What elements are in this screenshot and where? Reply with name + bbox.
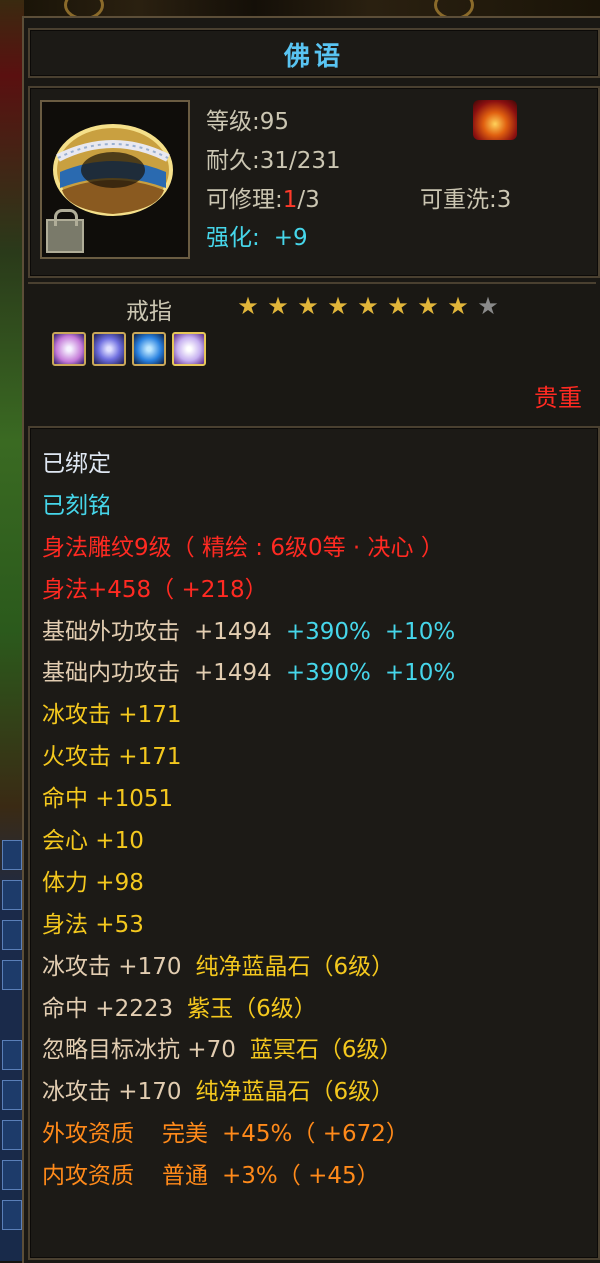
carving-line: 身法雕纹9级（ 精绘 : 6级0等 · 决心 ）: [42, 534, 444, 561]
gem-icon[interactable]: [132, 332, 166, 366]
int-quality-label: 内攻资质: [42, 1163, 134, 1190]
gem4-stat: 冰攻击 +170: [42, 1079, 182, 1106]
background-slot: [2, 1040, 22, 1070]
ext-quality-value: +45%（ +672）: [222, 1121, 409, 1148]
ext-quality-label: 外攻资质: [42, 1121, 134, 1148]
background-slot: [2, 1080, 22, 1110]
ext-attack-label: 基础外功攻击: [42, 618, 180, 645]
repair-suffix: /3: [297, 187, 320, 213]
gem4-line: 冰攻击 +170 纯净蓝晶石（6级）: [42, 1072, 455, 1114]
background-slot: [2, 1160, 22, 1190]
star-filled-icon: ★: [447, 292, 469, 320]
star-empty-icon: ★: [477, 292, 499, 320]
background-game-ui: [0, 0, 24, 1261]
item-type-panel: 戒指 ★ ★ ★ ★ ★ ★ ★ ★ ★ 贵重: [28, 282, 596, 422]
rarity-label: 贵重: [534, 384, 582, 412]
item-rewash: 可重洗:3: [420, 187, 512, 213]
ext-quality-grade: 完美: [162, 1121, 208, 1148]
background-slot: [2, 840, 22, 870]
ext-attack-pct2: +10%: [384, 618, 456, 645]
gem1-stat: 冰攻击 +170: [42, 953, 182, 980]
item-durability: 耐久:31/231: [206, 148, 341, 174]
background-slot: [2, 920, 22, 950]
attribute-line: 命中 +1051: [42, 786, 174, 813]
background-slot: [2, 1200, 22, 1230]
repair-prefix: 可修理:: [206, 187, 283, 213]
gem-icon[interactable]: [92, 332, 126, 366]
agility-bonus: 身法+458（ +218）: [42, 576, 268, 603]
item-info-panel: 等级:95 耐久:31/231 可修理:1/3 可重洗:3 强化: +9: [28, 86, 600, 278]
star-filled-icon: ★: [387, 292, 409, 320]
int-quality-line: 内攻资质 普通 +3%（ +45）: [42, 1156, 455, 1198]
gem3-line: 忽略目标冰抗 +70 蓝冥石（6级）: [42, 1030, 455, 1072]
engraved-status: 已刻铭: [42, 492, 111, 519]
int-quality-grade: 普通: [162, 1163, 208, 1190]
int-attack-line: 基础内功攻击 +1494 +390% +10%: [42, 653, 455, 695]
item-tooltip: 佛语 等级:95 耐久:31/231 可修理:1/3 可重洗:3 强化: +9 戒…: [22, 16, 600, 1263]
gem-slots: [52, 332, 212, 370]
attribute-line: 火攻击 +171: [42, 744, 182, 771]
int-quality-value: +3%（ +45）: [222, 1163, 380, 1190]
star-filled-icon: ★: [297, 292, 319, 320]
int-attack-pct2: +10%: [384, 660, 456, 687]
ext-attack-pct1: +390%: [285, 618, 371, 645]
attributes-panel: 已绑定 已刻铭 身法雕纹9级（ 精绘 : 6级0等 · 决心 ） 身法+458（…: [28, 426, 600, 1260]
int-attack-pct1: +390%: [285, 660, 371, 687]
item-name: 佛语: [283, 42, 344, 72]
ext-quality-line: 外攻资质 完美 +45%（ +672）: [42, 1114, 455, 1156]
attribute-list: 已绑定 已刻铭 身法雕纹9级（ 精绘 : 6级0等 · 决心 ） 身法+458（…: [42, 444, 455, 1198]
gem4-name: 纯净蓝晶石（6级）: [195, 1079, 395, 1106]
title-bar: 佛语: [28, 28, 600, 78]
bound-status: 已绑定: [42, 451, 111, 477]
gem1-name: 纯净蓝晶石（6级）: [195, 953, 395, 980]
item-type: 戒指: [126, 299, 172, 325]
enhance-value: +9: [273, 225, 308, 251]
lock-icon: [46, 209, 84, 253]
attribute-line: 冰攻击 +171: [42, 702, 182, 729]
attribute-line: 体力 +98: [42, 869, 144, 896]
int-attack-value: +1494: [194, 660, 272, 687]
ring-item-icon[interactable]: [40, 100, 190, 259]
gem-icon[interactable]: [172, 332, 206, 366]
repair-current: 1: [282, 187, 298, 213]
gem3-name: 蓝冥石（6级）: [249, 1037, 403, 1064]
gem2-name: 紫玉（6级）: [187, 995, 317, 1022]
item-level: 等级:95: [206, 109, 290, 135]
background-slot: [2, 960, 22, 990]
star-filled-icon: ★: [237, 292, 259, 320]
gem2-stat: 命中 +2223: [42, 995, 174, 1022]
background-slot: [2, 880, 22, 910]
enhance-label: 强化:: [206, 225, 260, 251]
star-filled-icon: ★: [357, 292, 379, 320]
star-filled-icon: ★: [327, 292, 349, 320]
star-filled-icon: ★: [417, 292, 439, 320]
gem2-line: 命中 +2223 紫玉（6级）: [42, 989, 455, 1031]
attribute-line: 会心 +10: [42, 828, 144, 855]
gem1-line: 冰攻击 +170 纯净蓝晶石（6级）: [42, 947, 455, 989]
star-rating: ★ ★ ★ ★ ★ ★ ★ ★ ★: [233, 292, 503, 320]
attribute-line: 身法 +53: [42, 911, 144, 938]
item-repairable: 可修理:1/3: [206, 180, 320, 214]
int-attack-label: 基础内功攻击: [42, 660, 180, 687]
item-enhance: 强化: +9: [206, 218, 308, 252]
gem-icon[interactable]: [52, 332, 86, 366]
ext-attack-value: +1494: [194, 618, 272, 645]
fire-badge-icon: [473, 100, 517, 140]
ext-attack-line: 基础外功攻击 +1494 +390% +10%: [42, 612, 455, 654]
star-filled-icon: ★: [267, 292, 289, 320]
gem3-stat: 忽略目标冰抗 +70: [42, 1037, 236, 1064]
background-slot: [2, 1120, 22, 1150]
